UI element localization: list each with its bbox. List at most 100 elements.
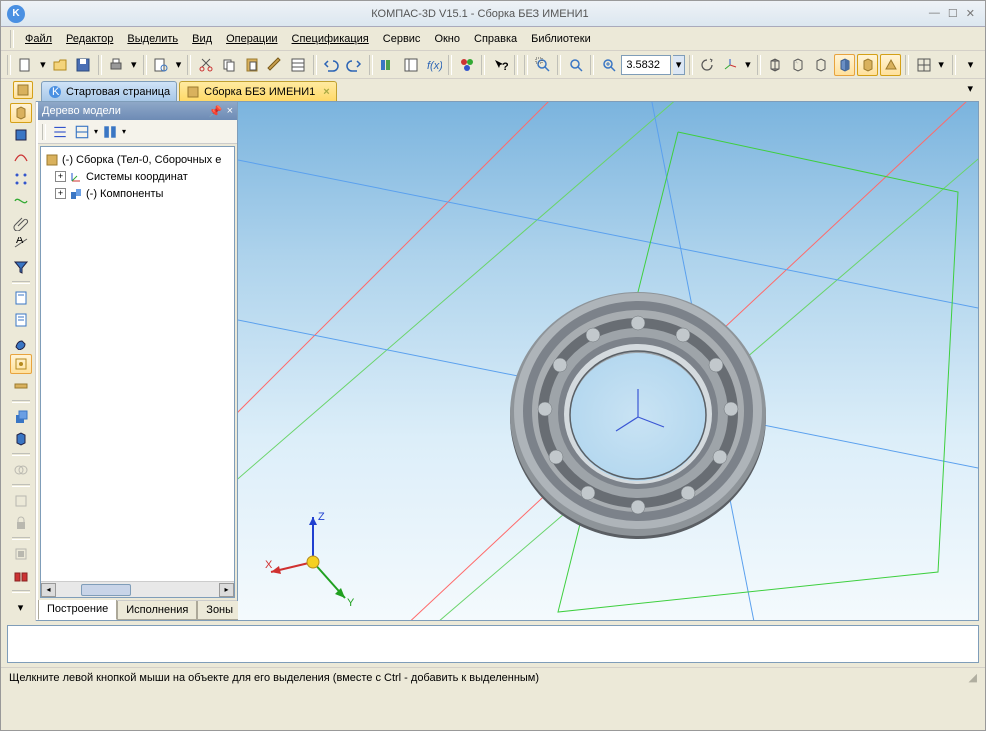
aux-lock-button[interactable]	[10, 513, 32, 533]
menu-libraries[interactable]: Библиотеки	[525, 30, 597, 48]
perspective-button[interactable]	[880, 54, 901, 76]
tree-root-label[interactable]: (-) Сборка (Тел-0, Сборочных е	[62, 154, 221, 166]
place-part-button[interactable]	[10, 544, 32, 564]
tree-view3-button[interactable]	[100, 122, 120, 142]
grip-icon[interactable]	[42, 124, 46, 140]
open-button[interactable]	[50, 54, 71, 76]
tool-filter-button[interactable]	[10, 257, 32, 277]
refresh-view-button[interactable]	[913, 54, 934, 76]
toolbar-overflow-button[interactable]: ▾	[960, 54, 981, 76]
dropdown-icon[interactable]: ▾	[936, 54, 946, 76]
edit-assy-button[interactable]	[10, 103, 32, 123]
spec-list-button[interactable]	[10, 310, 32, 330]
shaded-edges-button[interactable]	[857, 54, 878, 76]
menu-specification[interactable]: Спецификация	[286, 30, 375, 48]
expand-button[interactable]: +	[55, 171, 66, 182]
menu-help[interactable]: Справка	[468, 30, 523, 48]
tab-list-button[interactable]	[13, 81, 33, 99]
cut-button[interactable]	[195, 54, 216, 76]
tree-view-button[interactable]	[50, 122, 70, 142]
tree-h-scrollbar[interactable]: ◂ ▸	[41, 581, 234, 597]
expand-button[interactable]: +	[55, 188, 66, 199]
tree-node-label[interactable]: (-) Компоненты	[86, 188, 163, 200]
zoom-scale-button[interactable]	[598, 54, 619, 76]
paste-button[interactable]	[241, 54, 262, 76]
array-button[interactable]	[10, 566, 32, 586]
redo-button[interactable]	[344, 54, 365, 76]
copy-button[interactable]	[218, 54, 239, 76]
tree-body[interactable]: (-) Сборка (Тел-0, Сборочных е + Системы…	[40, 146, 235, 598]
dropdown-icon[interactable]: ▾	[94, 127, 98, 136]
wireframe-button[interactable]	[765, 54, 786, 76]
tool-spline-button[interactable]	[10, 191, 32, 211]
dropdown-icon[interactable]: ▾	[38, 54, 48, 76]
tab-start-page[interactable]: K Стартовая страница	[41, 81, 177, 101]
minimize-button[interactable]: ―	[929, 7, 940, 20]
print-button[interactable]	[106, 54, 127, 76]
dropdown-icon[interactable]: ▾	[129, 54, 139, 76]
aux-geom-button[interactable]	[10, 491, 32, 511]
body-ops-button[interactable]	[10, 407, 32, 427]
tool-box-button[interactable]	[10, 125, 32, 145]
dropdown-icon[interactable]: ▾	[174, 54, 184, 76]
measure-button[interactable]	[10, 376, 32, 396]
tab-close-button[interactable]: ×	[323, 86, 329, 98]
command-panel[interactable]	[7, 625, 979, 663]
tree-tab-build[interactable]: Построение	[38, 600, 117, 620]
dropdown-icon[interactable]: ▾	[122, 127, 126, 136]
tool-attach-button[interactable]	[10, 213, 32, 233]
tree-tab-zones[interactable]: Зоны	[197, 601, 242, 620]
tree-tab-exec[interactable]: Исполнения	[117, 601, 197, 620]
brush-button[interactable]	[265, 54, 286, 76]
properties-button[interactable]	[288, 54, 309, 76]
grip-icon[interactable]	[7, 55, 11, 75]
config-button[interactable]	[456, 54, 477, 76]
menu-service[interactable]: Сервис	[377, 30, 427, 48]
dropdown-icon[interactable]: ▾	[743, 54, 753, 76]
preview-button[interactable]	[151, 54, 172, 76]
menu-view[interactable]: Вид	[186, 30, 218, 48]
resize-grip-icon[interactable]: ◢	[969, 671, 977, 684]
rotate-button[interactable]	[697, 54, 718, 76]
menu-window[interactable]: Окно	[428, 30, 466, 48]
hidden-lines-button[interactable]	[788, 54, 809, 76]
spec-doc-button[interactable]	[10, 288, 32, 308]
no-hidden-button[interactable]	[811, 54, 832, 76]
zoom-window-button[interactable]	[532, 54, 553, 76]
menu-operations[interactable]: Операции	[220, 30, 283, 48]
tool-points-button[interactable]	[10, 169, 32, 189]
fx-button[interactable]: f(x)	[423, 54, 444, 76]
close-button[interactable]: ✕	[966, 7, 975, 20]
tool-dimension-button[interactable]: A	[10, 235, 32, 255]
new-button[interactable]	[15, 54, 36, 76]
tool-curve-button[interactable]	[10, 147, 32, 167]
tree-header[interactable]: Дерево модели 📌 ×	[38, 102, 237, 120]
maximize-button[interactable]: ☐	[948, 7, 958, 20]
zoom-value-input[interactable]	[621, 55, 671, 75]
spec-edit-button[interactable]	[10, 332, 32, 352]
tree-node-label[interactable]: Системы координат	[86, 171, 188, 183]
3d-viewport[interactable]: Z X Y	[238, 102, 978, 620]
menu-editor[interactable]: Редактор	[60, 30, 119, 48]
shaded-button[interactable]	[834, 54, 855, 76]
report-button[interactable]	[10, 354, 32, 374]
pin-icon[interactable]: 📌	[209, 105, 223, 118]
sheet-body-button[interactable]	[10, 429, 32, 449]
menu-select[interactable]: Выделить	[121, 30, 184, 48]
help-arrow-button[interactable]: ?	[489, 54, 510, 76]
tree-view2-button[interactable]	[72, 122, 92, 142]
close-icon[interactable]: ×	[227, 105, 233, 117]
variables-button[interactable]	[400, 54, 421, 76]
mate-button[interactable]	[10, 460, 32, 480]
scroll-thumb[interactable]	[81, 584, 131, 596]
tabs-dropdown[interactable]: ▾	[967, 82, 973, 95]
save-button[interactable]	[73, 54, 94, 76]
undo-button[interactable]	[321, 54, 342, 76]
scroll-right-button[interactable]: ▸	[219, 583, 234, 597]
orient-button[interactable]	[720, 54, 741, 76]
tab-assembly[interactable]: Сборка БЕЗ ИМЕНИ1 ×	[179, 81, 337, 101]
library-button[interactable]	[377, 54, 398, 76]
zoom-fit-button[interactable]	[565, 54, 586, 76]
zoom-dropdown[interactable]: ▾	[673, 55, 685, 75]
scroll-down-button[interactable]: ▾	[10, 597, 32, 617]
